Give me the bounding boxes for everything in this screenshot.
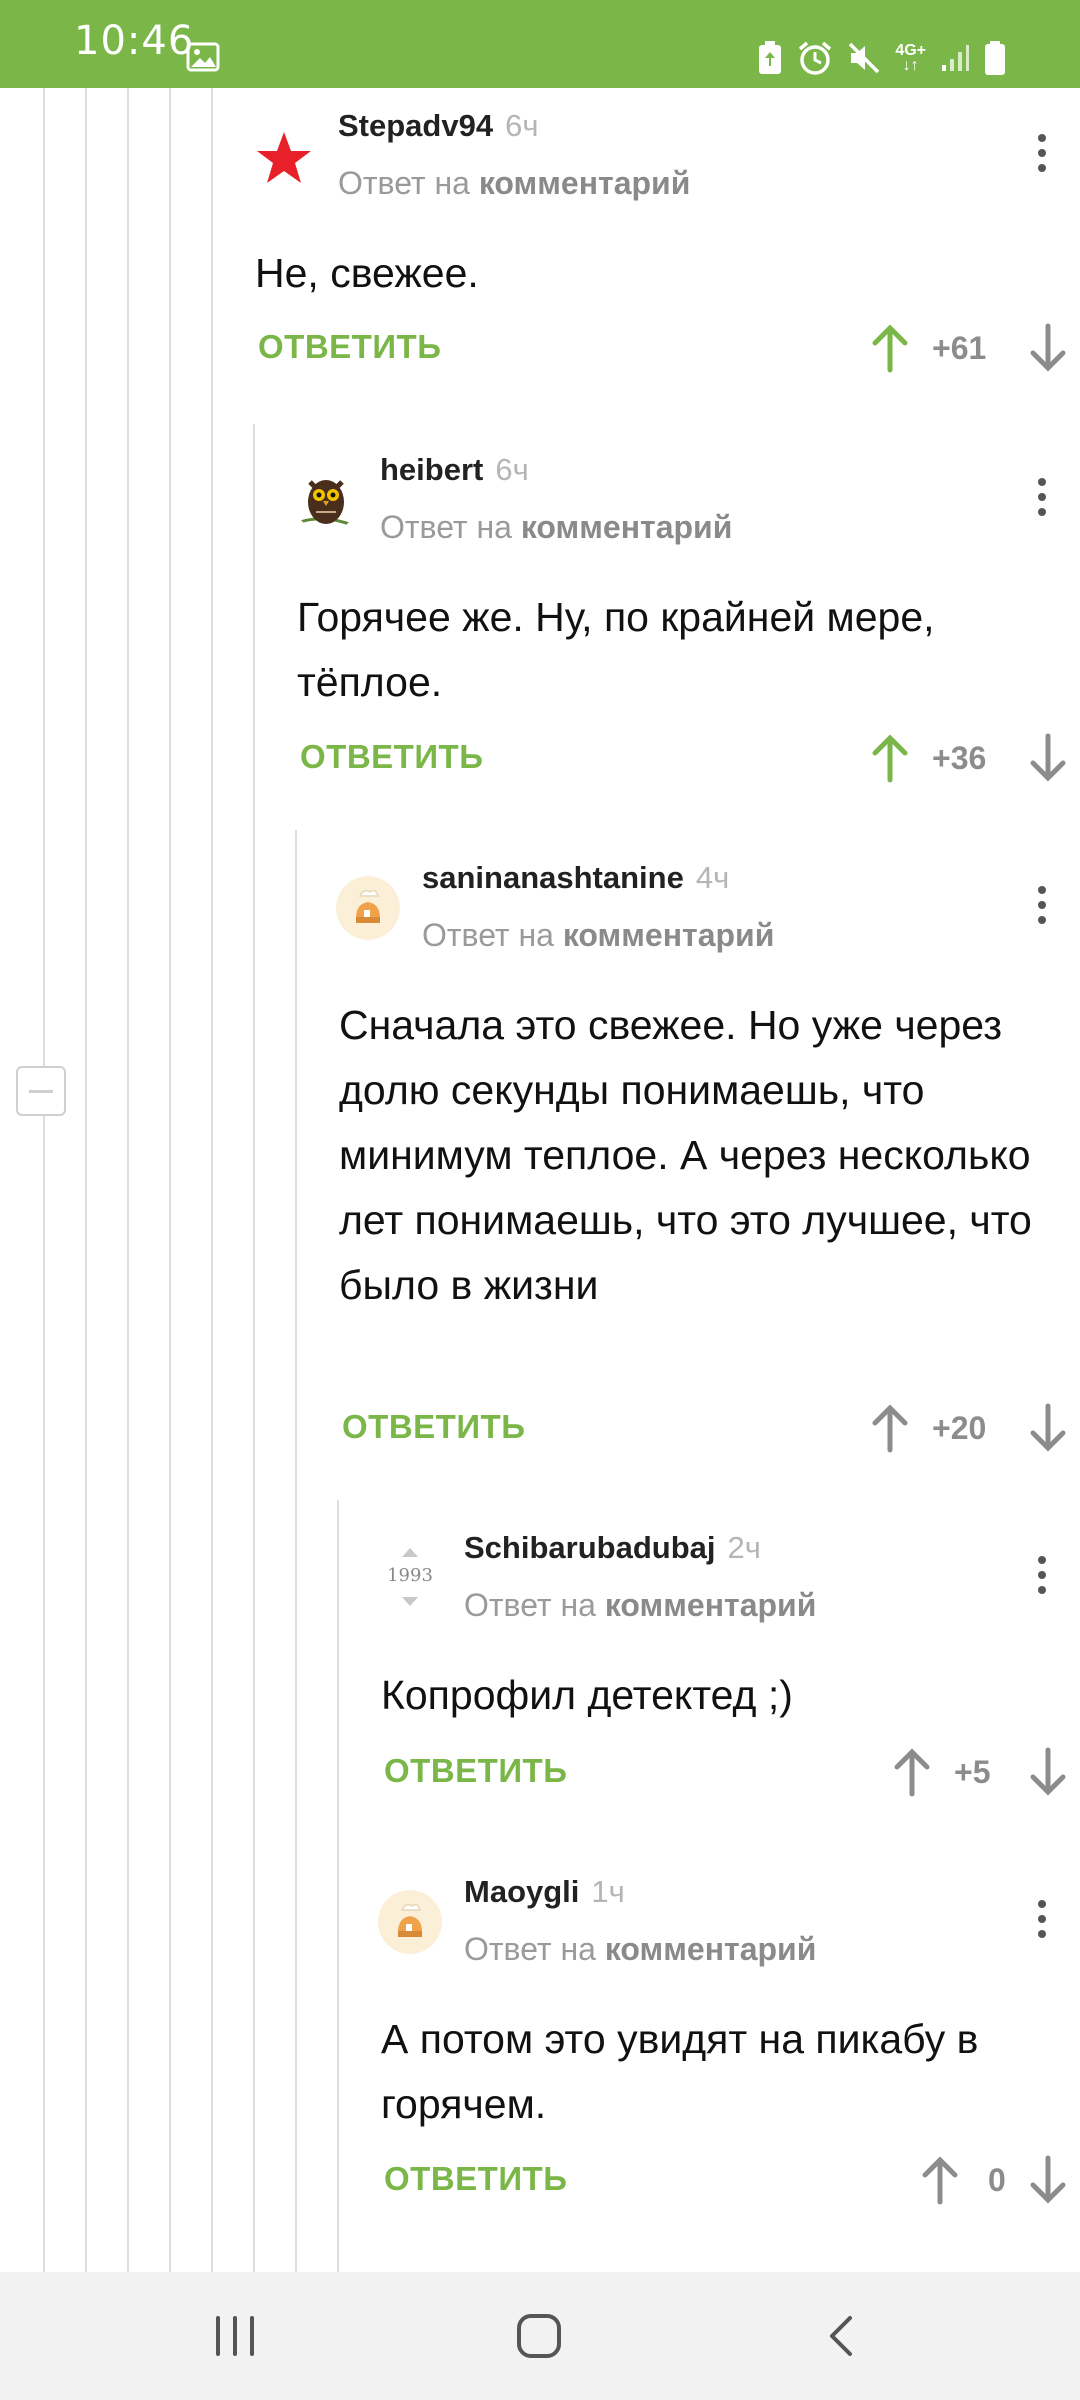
comment-schibarubadubaj: 1993 Schibarubadubaj 2ч Ответ на коммента… [366, 1510, 1080, 1840]
upvote-arrow-icon[interactable] [870, 322, 910, 374]
gallery-icon [186, 42, 220, 72]
comment-text: Сначала это свежее. Но уже через долю се… [339, 1002, 1032, 1308]
vote-controls: +61 [870, 318, 1080, 378]
vote-score: +5 [954, 1754, 991, 1790]
status-time: 10:46 [74, 18, 195, 64]
mute-icon [849, 42, 880, 74]
more-options-icon[interactable] [1022, 1889, 1062, 1949]
comment-maoygli: Maoygli 1ч Ответ на комментарий А потом э… [366, 1854, 1080, 2254]
comment-time: 6ч [505, 108, 539, 143]
comment-author[interactable]: Stepadv94 6ч [338, 108, 538, 144]
downvote-arrow-icon[interactable] [1028, 1402, 1068, 1454]
reply-to-link[interactable]: комментарий [563, 917, 775, 953]
collapse-thread-button[interactable] [16, 1066, 66, 1116]
downvote-arrow-icon[interactable] [1028, 1746, 1068, 1798]
comment-saninanashtanine: saninanashtanine 4ч Ответ на комментарий … [324, 840, 1080, 1460]
vote-score: +20 [932, 1410, 987, 1446]
vote-controls: 0 [920, 2150, 1080, 2210]
reply-to-line: Ответ на комментарий [464, 1587, 817, 1623]
reply-to-link[interactable]: комментарий [521, 509, 733, 545]
chevron-down-icon [402, 1597, 418, 1606]
signal-icon [942, 45, 969, 71]
more-options-icon[interactable] [1022, 875, 1062, 935]
red-star-avatar [257, 132, 311, 183]
vote-score: +36 [932, 740, 987, 776]
downvote-arrow-icon[interactable] [1028, 2154, 1068, 2206]
vote-controls: +20 [870, 1398, 1080, 1458]
more-options-icon[interactable] [1022, 1545, 1062, 1605]
comment-author[interactable]: saninanashtanine 4ч [422, 860, 729, 896]
alarm-icon [799, 41, 832, 75]
reply-button[interactable]: ОТВЕТИТЬ [384, 2160, 567, 2198]
vote-score: +61 [932, 330, 987, 366]
reply-to-line: Ответ на комментарий [464, 1931, 817, 1967]
more-options-icon[interactable] [1022, 123, 1062, 183]
vote-score: 0 [988, 2162, 1006, 2198]
chevron-up-icon [402, 1548, 418, 1557]
comment-text: Горячее же. Ну, по крайней мере, тёплое. [297, 594, 935, 705]
reply-button[interactable]: ОТВЕТИТЬ [258, 328, 441, 366]
comment-time: 4ч [695, 860, 730, 895]
comment-heibert: heibert 6ч Ответ на комментарий Горячее ж… [282, 432, 1080, 783]
upvote-arrow-icon[interactable] [892, 1746, 932, 1798]
downvote-arrow-icon[interactable] [1028, 732, 1068, 784]
network-type: 4G+ ↓↑ [895, 42, 926, 74]
default-pikabu-avatar [336, 876, 400, 940]
more-options-icon[interactable] [1022, 467, 1062, 527]
upvote-arrow-icon[interactable] [870, 1402, 910, 1454]
reply-to-line: Ответ на комментарий [338, 165, 691, 201]
battery-icon [985, 41, 1005, 75]
comment-author[interactable]: Maoygli 1ч [464, 1874, 625, 1910]
upvote-arrow-icon[interactable] [920, 2154, 960, 2206]
reply-to-line: Ответ на комментарий [422, 917, 775, 953]
avatar-year: 1993 [387, 1565, 433, 1586]
comment-author[interactable]: heibert 6ч [380, 452, 529, 488]
comment-text: А потом это увидят на пикабу в горячем. [381, 2016, 979, 2127]
comment-time: 1ч [591, 1874, 625, 1909]
comment-author[interactable]: Schibarubadubaj 2ч [464, 1530, 761, 1566]
comment-text: Копрофил детектед ;) [381, 1672, 793, 1718]
reply-to-link[interactable]: комментарий [479, 165, 691, 201]
comment-stepadv94: Stepadv94 6ч Ответ на комментарий Не, све… [240, 88, 1080, 424]
reply-button[interactable]: ОТВЕТИТЬ [342, 1408, 525, 1446]
back-icon[interactable] [822, 2314, 862, 2358]
battery-saver-icon [759, 41, 782, 74]
comment-time: 6ч [495, 452, 529, 487]
default-pikabu-avatar [378, 1890, 442, 1954]
year-1993-avatar: 1993 [378, 1546, 442, 1610]
recent-apps-icon[interactable] [210, 2314, 260, 2358]
reply-button[interactable]: ОТВЕТИТЬ [300, 738, 483, 776]
status-bar: 10:46 4G+ ↓↑ [0, 0, 1080, 88]
comment-text: Не, свежее. [255, 250, 479, 296]
home-icon[interactable] [514, 2312, 564, 2360]
upvote-arrow-icon[interactable] [870, 732, 910, 784]
status-icons: 4G+ ↓↑ [757, 38, 1006, 78]
reply-to-line: Ответ на комментарий [380, 509, 733, 545]
owl-avatar [299, 480, 355, 528]
comment-time: 2ч [727, 1530, 761, 1565]
navigation-bar [0, 2272, 1080, 2400]
vote-controls: +5 [892, 1742, 1080, 1802]
reply-button[interactable]: ОТВЕТИТЬ [384, 1752, 567, 1790]
reply-to-link[interactable]: комментарий [605, 1587, 817, 1623]
downvote-arrow-icon[interactable] [1028, 322, 1068, 374]
vote-controls: +36 [870, 728, 1080, 788]
reply-to-link[interactable]: комментарий [605, 1931, 817, 1967]
